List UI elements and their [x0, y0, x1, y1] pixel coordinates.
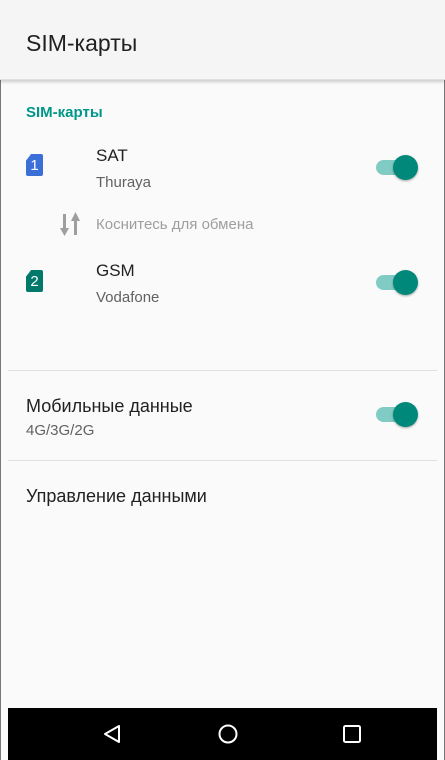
nav-recents-button[interactable] — [322, 708, 382, 760]
nav-home-button[interactable] — [198, 708, 258, 760]
home-circle-icon — [218, 724, 238, 744]
sim1-operator: Thuraya — [96, 174, 152, 191]
back-triangle-icon — [104, 725, 120, 743]
divider-2 — [8, 460, 437, 461]
sim2-operator: Vodafone — [96, 289, 160, 306]
sim2-toggle[interactable] — [376, 268, 418, 296]
app-bar: SIM-карты — [0, 0, 445, 80]
sim2-slot-number: 2 — [30, 272, 39, 290]
swap-label: Коснитесь для обмена — [96, 216, 254, 233]
page-title: SIM-карты — [26, 30, 138, 56]
swap-arrows-icon — [60, 212, 80, 236]
sim2-name: GSM — [96, 261, 135, 280]
sim1-slot-number: 1 — [30, 156, 39, 174]
sim2-toggle-thumb — [393, 270, 418, 295]
mobile-data-subtitle: 4G/3G/2G — [26, 422, 95, 439]
data-management-title: Управление данными — [26, 486, 207, 506]
divider-1 — [8, 370, 437, 371]
recents-square-icon — [343, 725, 361, 743]
nav-back-button[interactable] — [82, 708, 142, 760]
sim1-icon: 1 — [26, 154, 43, 176]
section-header-sim-cards: SIM-карты — [26, 104, 103, 121]
sim1-toggle-thumb — [393, 155, 418, 180]
sim1-toggle[interactable] — [376, 153, 418, 181]
mobile-data-toggle[interactable] — [376, 400, 418, 428]
mobile-data-title: Мобильные данные — [26, 396, 193, 416]
mobile-data-toggle-thumb — [393, 402, 418, 427]
navigation-bar — [8, 708, 437, 760]
sim1-name: SAT — [96, 146, 128, 165]
